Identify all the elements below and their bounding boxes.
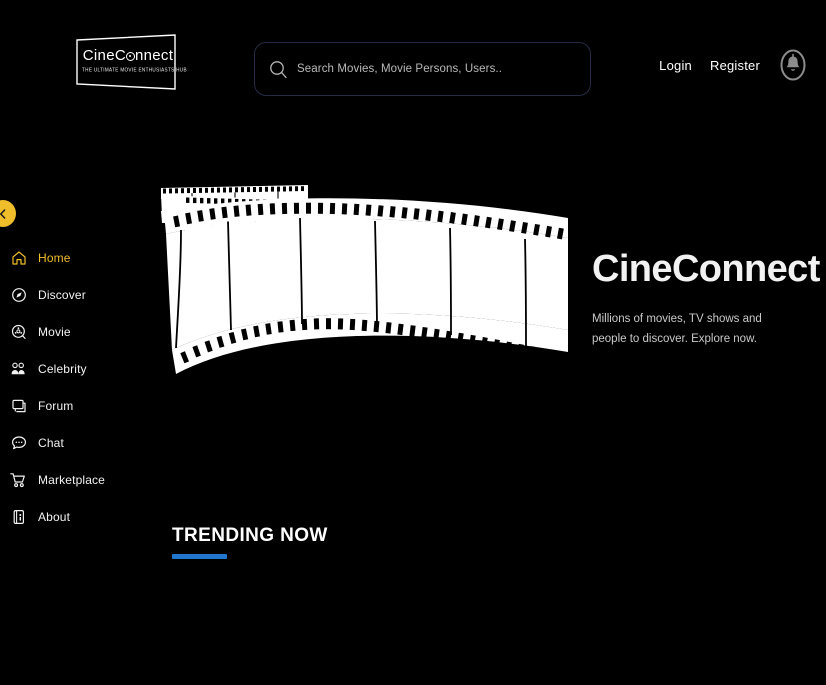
hero-subtitle: Millions of movies, TV shows and people … bbox=[592, 309, 784, 349]
page-title: CineConnect bbox=[592, 248, 822, 290]
info-book-icon bbox=[10, 509, 27, 526]
sidebar-item-about[interactable]: About bbox=[10, 506, 140, 528]
film-reel-icon bbox=[126, 52, 135, 61]
trending-title: TRENDING NOW bbox=[172, 524, 328, 548]
logo-name-part1: CineC bbox=[83, 47, 126, 64]
site-logo[interactable]: CineC nnect THE ULTIMATE MOVIE ENTHUSIAST… bbox=[74, 34, 178, 90]
film-strip-illustration bbox=[150, 180, 570, 380]
sidebar-item-label: About bbox=[38, 510, 70, 524]
trending-underline bbox=[172, 554, 227, 559]
logo-name: CineC nnect bbox=[82, 48, 174, 64]
bell-icon bbox=[779, 49, 807, 81]
site-header: CineC nnect THE ULTIMATE MOVIE ENTHUSIAST… bbox=[0, 0, 826, 120]
login-button[interactable]: Login bbox=[659, 58, 692, 73]
hero-section: CineConnect Millions of movies, TV shows… bbox=[0, 150, 826, 480]
search-bar[interactable] bbox=[254, 42, 591, 96]
header-nav: Login Register bbox=[659, 48, 808, 82]
search-icon bbox=[268, 59, 288, 79]
app-root: CineC nnect THE ULTIMATE MOVIE ENTHUSIAST… bbox=[0, 0, 826, 685]
hero-copy: CineConnect Millions of movies, TV shows… bbox=[592, 248, 822, 349]
search-input[interactable] bbox=[297, 63, 590, 75]
notifications-button[interactable] bbox=[778, 48, 808, 82]
logo-name-part2: nnect bbox=[135, 47, 173, 64]
register-button[interactable]: Register bbox=[710, 58, 760, 73]
trending-section: TRENDING NOW bbox=[172, 524, 328, 559]
logo-tagline: THE ULTIMATE MOVIE ENTHUSIASTS HUB bbox=[82, 66, 174, 72]
